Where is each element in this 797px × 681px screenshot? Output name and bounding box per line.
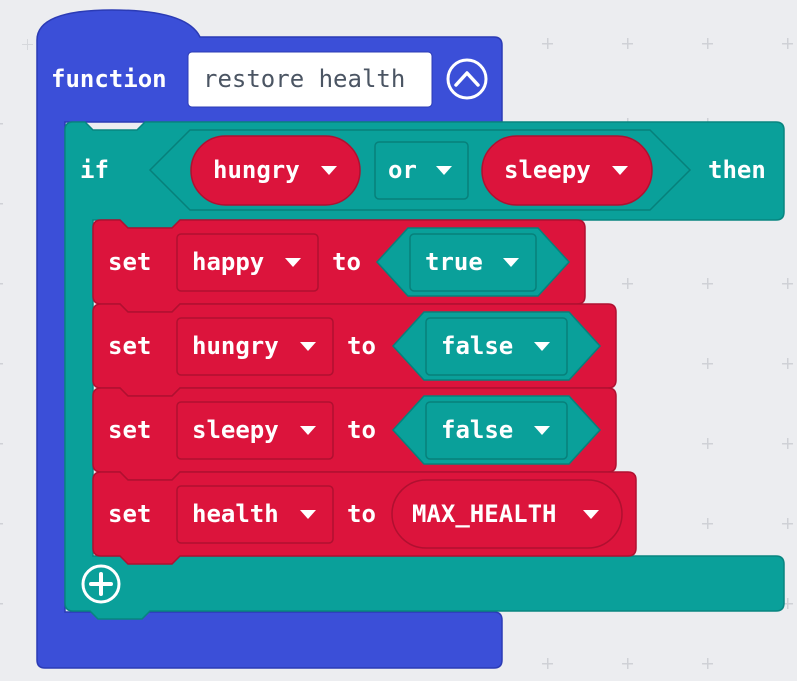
- set-block-hungry[interactable]: set hungry to false: [92, 303, 617, 397]
- to-keyword: to: [332, 248, 361, 276]
- set-keyword: set: [108, 332, 151, 360]
- variable-label: sleepy: [192, 416, 279, 444]
- value-label: MAX_HEALTH: [412, 500, 557, 528]
- to-keyword: to: [347, 416, 376, 444]
- value-label: false: [441, 332, 513, 360]
- then-keyword: then: [708, 156, 766, 184]
- set-keyword: set: [108, 416, 151, 444]
- variable-dropdown[interactable]: health: [176, 485, 334, 544]
- condition-left-dropdown[interactable]: hungry: [190, 135, 361, 206]
- set-block-happy[interactable]: set happy to true: [92, 219, 586, 313]
- to-keyword: to: [347, 500, 376, 528]
- value-label: true: [425, 248, 483, 276]
- condition-left-label: hungry: [213, 156, 300, 184]
- condition-right-label: sleepy: [504, 156, 591, 184]
- value-label: false: [441, 416, 513, 444]
- operator-dropdown[interactable]: or: [374, 141, 469, 200]
- variable-dropdown[interactable]: happy: [176, 233, 319, 292]
- variable-label: hungry: [192, 332, 279, 360]
- if-keyword: if: [80, 156, 109, 184]
- operator-label: or: [388, 156, 417, 184]
- function-name-text: restore health: [203, 65, 405, 93]
- function-keyword: function: [51, 65, 167, 93]
- variable-dropdown[interactable]: sleepy: [176, 401, 334, 460]
- boolean-value-block[interactable]: true: [375, 227, 571, 297]
- boolean-value-block[interactable]: false: [391, 311, 602, 381]
- condition-right-dropdown[interactable]: sleepy: [481, 135, 653, 206]
- blocks-workspace[interactable]: function restore health if hungry or sle…: [0, 0, 797, 681]
- to-keyword: to: [347, 332, 376, 360]
- variable-label: health: [192, 500, 279, 528]
- boolean-value-block[interactable]: false: [391, 395, 602, 465]
- set-keyword: set: [108, 500, 151, 528]
- set-block-health[interactable]: set health to MAX_HEALTH: [92, 471, 637, 565]
- variable-value-dropdown[interactable]: MAX_HEALTH: [391, 479, 623, 549]
- variable-label: happy: [192, 248, 264, 276]
- variable-dropdown[interactable]: hungry: [176, 317, 334, 376]
- set-block-sleepy[interactable]: set sleepy to false: [92, 387, 617, 481]
- set-keyword: set: [108, 248, 151, 276]
